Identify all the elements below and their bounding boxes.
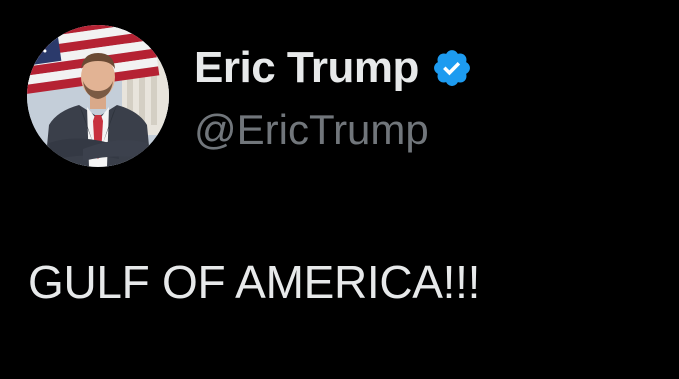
- tweet-text: GULF OF AMERICA!!!: [28, 256, 481, 308]
- author-handle[interactable]: @EricTrump: [194, 102, 473, 158]
- avatar-image: [27, 25, 169, 167]
- tweet-card: Eric Trump @EricTrump GULF OF AMERICA!!!: [0, 0, 679, 379]
- verified-badge-icon[interactable]: [431, 47, 473, 89]
- author-avatar[interactable]: [27, 25, 169, 167]
- author-info: Eric Trump @EricTrump: [194, 40, 473, 158]
- author-display-name[interactable]: Eric Trump: [194, 40, 419, 96]
- name-row: Eric Trump: [194, 40, 473, 96]
